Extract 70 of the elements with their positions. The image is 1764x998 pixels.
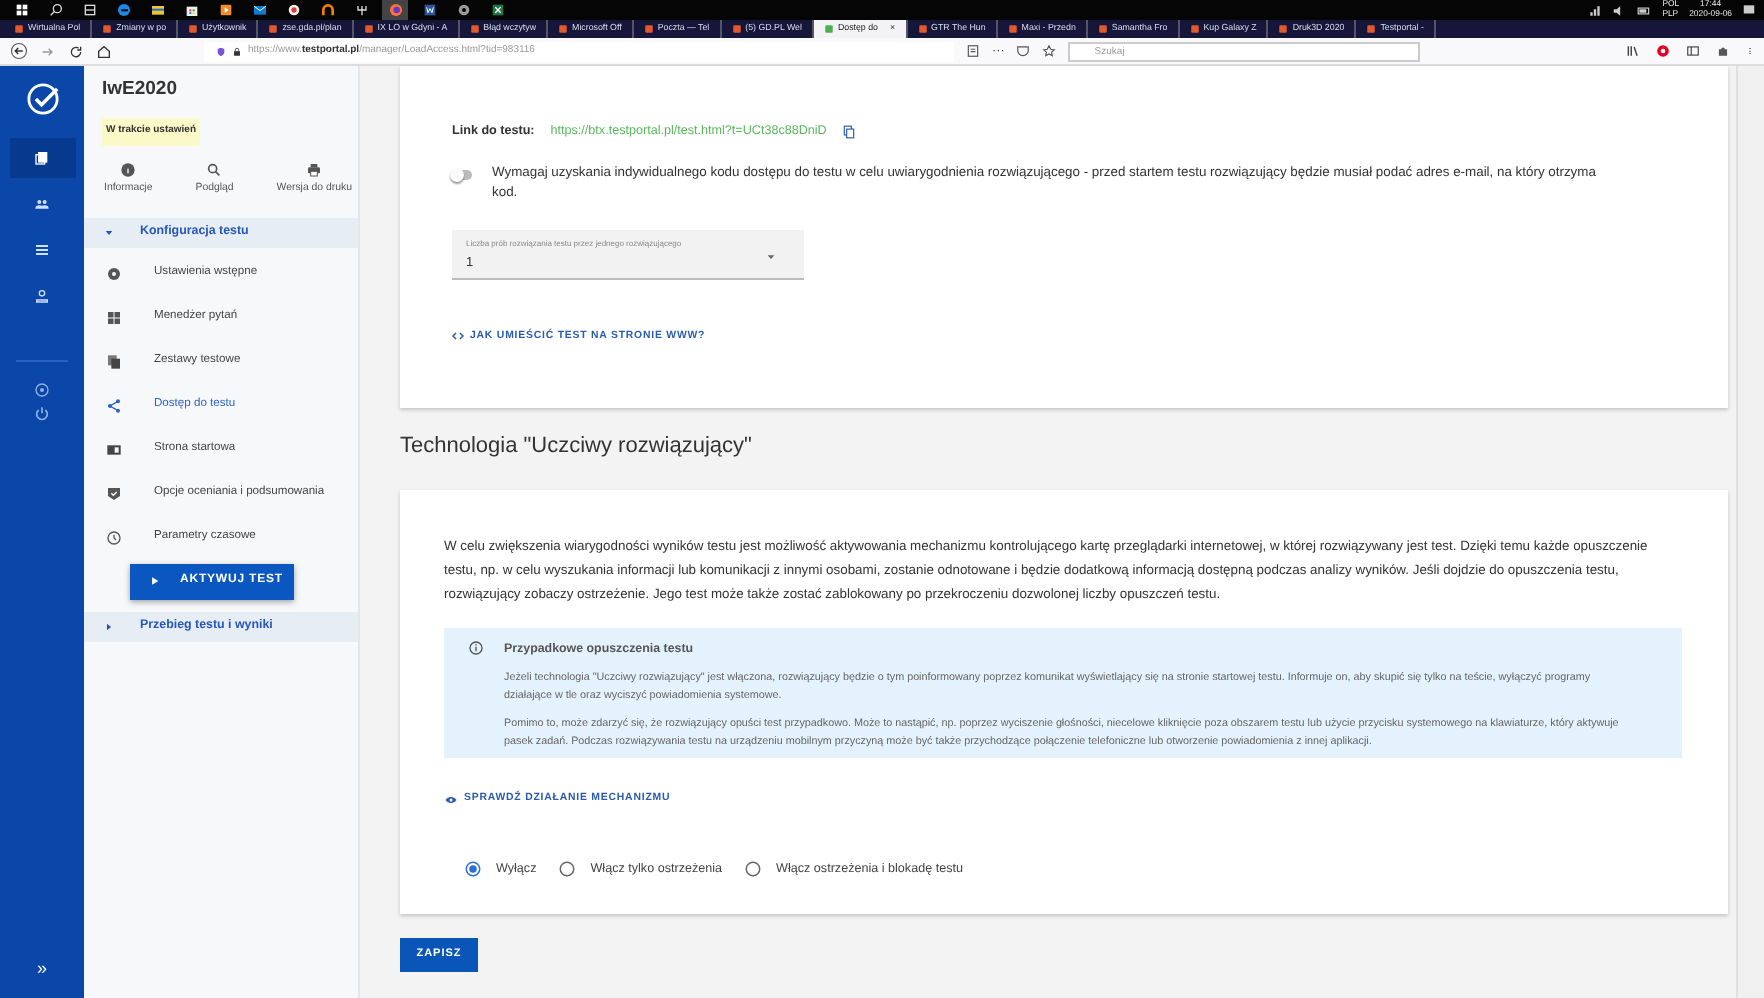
expand-button[interactable]: » <box>36 955 47 982</box>
firefox-icon[interactable] <box>387 2 403 18</box>
person-icon[interactable] <box>34 288 50 304</box>
favicon-icon <box>469 24 480 34</box>
favicon-icon <box>268 24 279 34</box>
toggle-switch[interactable] <box>452 168 476 183</box>
copies-icon <box>106 353 122 370</box>
section-heading: Technologia "Uczciwy rozwiązujący" <box>400 432 754 463</box>
grid-icon <box>106 309 122 326</box>
search-icon[interactable] <box>47 2 63 18</box>
caret-icon <box>104 227 114 238</box>
favicon-icon <box>1366 24 1377 34</box>
shield-icon <box>216 45 226 57</box>
favicon-icon <box>823 24 834 34</box>
favicon-icon <box>1278 24 1289 34</box>
reader-icon[interactable] <box>966 44 980 58</box>
arc-icon[interactable] <box>319 2 335 18</box>
search-icon <box>206 161 223 178</box>
browser-icon[interactable] <box>115 2 131 18</box>
spreadsheet-icon[interactable] <box>489 2 505 18</box>
forward-icon[interactable] <box>40 43 56 59</box>
folder-icon[interactable] <box>149 2 165 18</box>
share-icon <box>106 397 122 414</box>
media-icon[interactable] <box>217 2 233 18</box>
caret-icon <box>104 621 114 632</box>
mail-icon[interactable] <box>251 2 267 18</box>
favicon-icon <box>14 24 24 34</box>
record-icon[interactable] <box>285 2 301 18</box>
print-icon <box>306 161 323 178</box>
layout-icon <box>106 441 122 458</box>
list-icon[interactable] <box>34 242 50 258</box>
favicon-icon <box>1007 24 1018 34</box>
copy-icon[interactable] <box>842 123 857 140</box>
users-icon[interactable] <box>34 196 50 212</box>
checkmark-logo-icon[interactable] <box>25 82 59 116</box>
document-icon[interactable] <box>421 2 437 18</box>
test-title: IwE2020 <box>100 76 179 104</box>
play-icon <box>150 576 160 587</box>
bag-icon[interactable] <box>183 2 199 18</box>
info-icon <box>468 639 484 656</box>
clock-icon <box>106 529 122 546</box>
shield-check-icon <box>106 485 122 502</box>
battery-icon <box>1636 3 1653 17</box>
windows-icon[interactable] <box>13 2 29 18</box>
library-icon[interactable] <box>1626 44 1640 58</box>
lock-icon <box>232 45 242 57</box>
info-icon <box>120 161 137 178</box>
favicon-icon <box>188 24 199 34</box>
document-icon[interactable] <box>34 150 50 166</box>
favicon-icon <box>102 24 113 34</box>
favicon-icon <box>363 24 374 34</box>
code-icon <box>452 330 464 343</box>
pocket-icon[interactable] <box>1016 44 1031 58</box>
eye-icon <box>444 794 458 807</box>
favicon-icon <box>643 24 654 34</box>
favicon-icon <box>731 24 742 34</box>
task-view-icon[interactable] <box>81 2 97 18</box>
network-icon <box>1588 3 1603 17</box>
star-icon[interactable] <box>1042 44 1057 58</box>
favicon-icon <box>917 24 928 34</box>
favicon-icon <box>1097 24 1108 34</box>
home-icon[interactable] <box>96 43 112 59</box>
favicon-icon <box>558 24 569 34</box>
favicon-icon <box>1189 24 1200 34</box>
sidebar-icon[interactable] <box>1686 44 1700 58</box>
reload-icon[interactable] <box>68 43 84 59</box>
extension-icon[interactable] <box>1656 44 1670 58</box>
dropdown-caret-icon <box>766 252 776 263</box>
back-icon[interactable] <box>10 42 28 60</box>
power-icon[interactable] <box>34 405 50 421</box>
